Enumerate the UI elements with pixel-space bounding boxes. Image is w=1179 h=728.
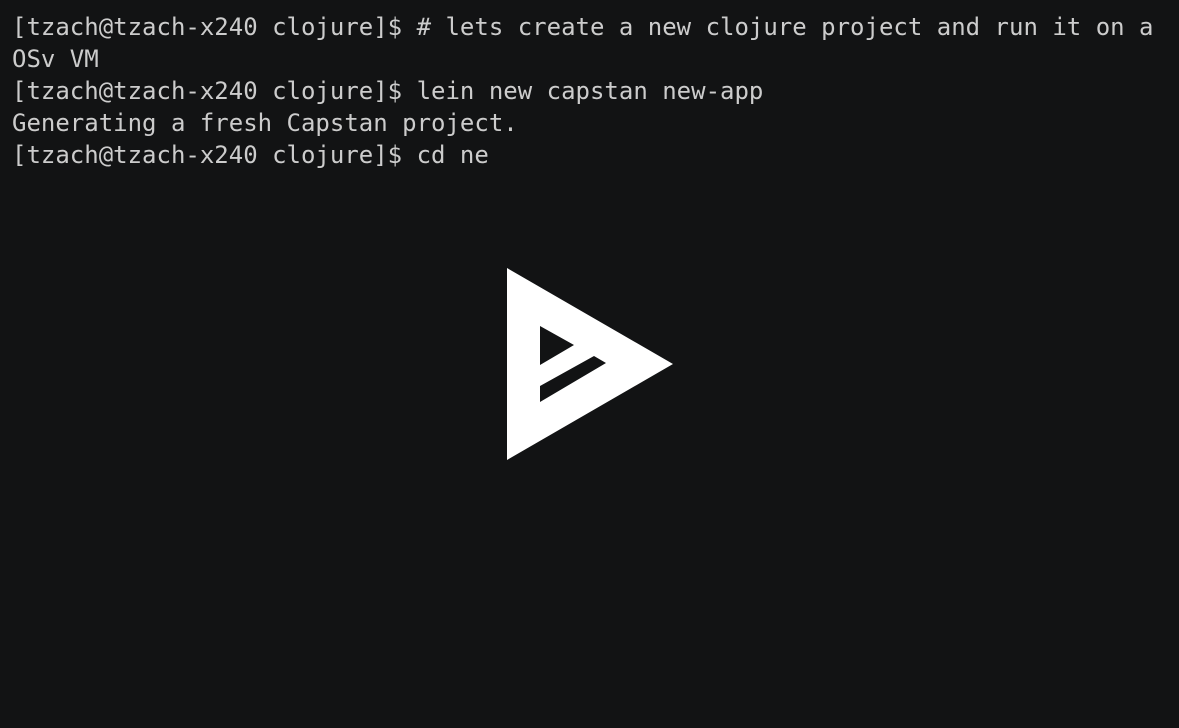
terminal-line: OSv VM — [12, 45, 99, 73]
asciinema-play-icon — [507, 268, 673, 460]
terminal-line: [tzach@tzach-x240 clojure]$ lein new cap… — [12, 77, 764, 105]
play-button[interactable] — [507, 268, 673, 460]
terminal-line: Generating a fresh Capstan project. — [12, 109, 518, 137]
terminal-line: [tzach@tzach-x240 clojure]$ # lets creat… — [12, 13, 1154, 41]
terminal-line: [tzach@tzach-x240 clojure]$ cd ne — [12, 141, 489, 169]
